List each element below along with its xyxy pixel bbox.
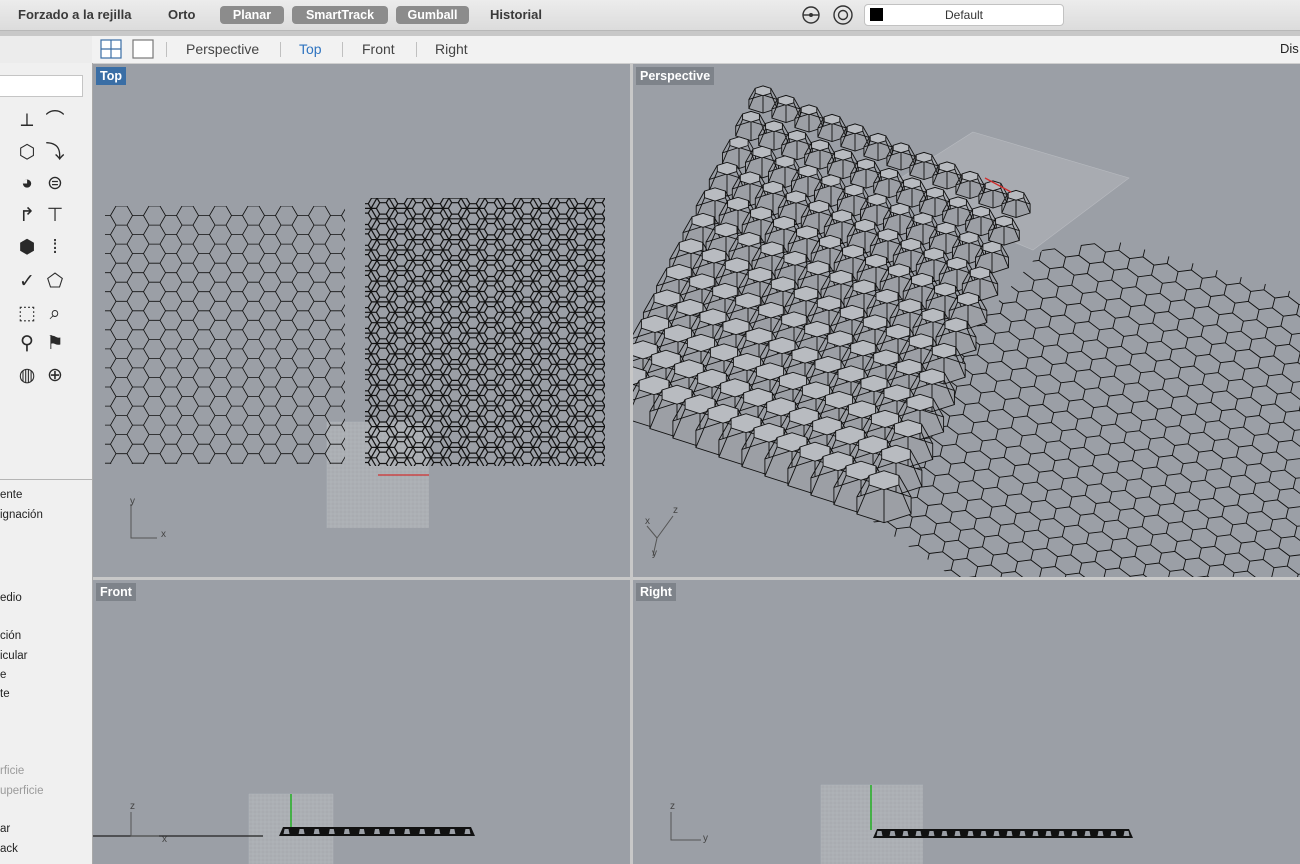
viewport-right[interactable]: z y Right xyxy=(633,580,1300,864)
viewport-label-perspective[interactable]: Perspective xyxy=(636,67,715,85)
toolbox-divider xyxy=(0,479,92,480)
trim-tool-icon[interactable]: ↱ xyxy=(14,203,40,229)
hex-pattern-flat xyxy=(105,206,345,464)
axis-label-z: z xyxy=(130,801,135,812)
check-tool-icon[interactable]: ✓ xyxy=(14,269,40,295)
axis-label-x: x xyxy=(161,529,166,540)
front-viewport-canvas xyxy=(93,793,475,864)
axis-gizmo xyxy=(670,812,701,841)
zoom-tool-icon[interactable]: ⌕ xyxy=(42,301,68,327)
tab-separator xyxy=(416,42,417,57)
viewport-front[interactable]: z x Front xyxy=(93,580,630,864)
light-tool-icon[interactable]: ⚲ xyxy=(14,331,40,357)
box-tool-icon[interactable]: ⬢ xyxy=(14,235,40,261)
axis-label-y: y xyxy=(652,548,657,559)
command-search-input[interactable] xyxy=(0,75,83,97)
command-item[interactable]: te xyxy=(0,688,10,700)
fillet-tool-icon[interactable]: ⤵ xyxy=(42,140,68,166)
hex-pattern-profile xyxy=(279,827,475,836)
command-item[interactable]: ack xyxy=(0,843,18,855)
command-item[interactable]: ción xyxy=(0,630,21,642)
axis-label-x: x xyxy=(645,516,650,527)
command-item[interactable]: uperficie xyxy=(0,785,43,797)
axis-label-z: z xyxy=(673,505,678,516)
toolbox-header xyxy=(0,36,92,63)
status-bar: Forzado a la rejilla Orto Planar SmartTr… xyxy=(0,0,1300,31)
planar-toggle[interactable]: Planar xyxy=(220,6,284,24)
layer-name: Default xyxy=(944,8,984,22)
sphere-tool-icon[interactable]: ◕ xyxy=(14,171,40,197)
command-item[interactable]: rficie xyxy=(0,765,24,777)
tab-perspective[interactable]: Perspective xyxy=(186,41,259,57)
array-tool-icon[interactable]: ⁞ xyxy=(42,235,68,261)
viewport-label-front[interactable]: Front xyxy=(96,583,136,601)
viewport-tab-bar: Perspective Top Front Right Dis xyxy=(92,36,1300,64)
display-mode-menu[interactable]: Dis xyxy=(1280,41,1299,56)
hex-pattern-extruded xyxy=(365,198,605,466)
tab-right[interactable]: Right xyxy=(435,41,468,57)
viewport-label-right[interactable]: Right xyxy=(636,583,676,601)
hex-pattern-profile xyxy=(873,829,1133,838)
perspective-viewport-canvas xyxy=(633,85,1300,577)
cylinder-tool-icon[interactable]: ⊜ xyxy=(42,171,68,197)
select-tool-icon[interactable]: ⬚ xyxy=(14,301,40,327)
mesh-tool-icon[interactable]: ⊕ xyxy=(42,363,68,389)
history-toggle[interactable]: Historial xyxy=(490,7,542,22)
extrude-tool-icon[interactable]: ⊤ xyxy=(42,203,68,229)
ortho-toggle[interactable]: Orto xyxy=(168,7,195,22)
viewport-perspective[interactable]: z x y Perspective xyxy=(633,64,1300,577)
top-viewport-canvas xyxy=(105,198,605,539)
single-viewport-layout-icon[interactable] xyxy=(132,39,154,59)
curve-tool-icon[interactable]: ⟂ xyxy=(14,108,40,134)
tab-front[interactable]: Front xyxy=(362,41,395,57)
grid-snap-toggle[interactable]: Forzado a la rejilla xyxy=(18,7,131,22)
globe-tool-icon[interactable]: ◍ xyxy=(14,363,40,389)
layer-selector[interactable]: Default xyxy=(864,4,1064,26)
tab-separator xyxy=(342,42,343,57)
axis-label-y: y xyxy=(703,833,708,844)
four-viewport-layout-icon[interactable] xyxy=(100,39,122,59)
command-item[interactable]: ar xyxy=(0,823,10,835)
tab-separator xyxy=(280,42,281,57)
command-item[interactable]: edio xyxy=(0,592,22,604)
smarttrack-toggle[interactable]: SmartTrack xyxy=(292,6,388,24)
viewport-top[interactable]: y x Top xyxy=(93,64,630,577)
viewport-label-top[interactable]: Top xyxy=(96,67,126,85)
command-item[interactable]: icular xyxy=(0,650,27,662)
right-viewport-canvas xyxy=(670,784,1133,864)
polygon-tool-icon[interactable]: ⬡ xyxy=(14,140,40,166)
gumball-toggle[interactable]: Gumball xyxy=(396,6,469,24)
render-tool-icon[interactable]: ⚑ xyxy=(42,331,68,357)
tab-top[interactable]: Top xyxy=(299,41,322,57)
axis-label-x: x xyxy=(162,834,167,845)
osnap-center-icon[interactable] xyxy=(832,5,854,25)
axis-label-z: z xyxy=(670,801,675,812)
axis-gizmo xyxy=(130,812,159,837)
axis-label-y: y xyxy=(130,496,135,507)
tab-separator xyxy=(166,42,167,57)
arc-tool-icon[interactable]: ⌒ xyxy=(42,108,68,134)
command-item[interactable]: e xyxy=(0,669,6,681)
solid-tool-icon[interactable]: ⬠ xyxy=(42,269,68,295)
command-item[interactable]: ignación xyxy=(0,509,43,521)
command-item[interactable]: ente xyxy=(0,489,22,501)
toolbox-panel: ⟂ ⌒ ⬡ ⤵ ◕ ⊜ ↱ ⊤ ⬢ ⁞ ✓ ⬠ ⬚ ⌕ ⚲ ⚑ ◍ ⊕ ente ignación edio ci… xyxy=(0,63,93,864)
axis-gizmo xyxy=(646,515,674,557)
osnap-point-icon[interactable] xyxy=(800,5,822,25)
axis-gizmo xyxy=(130,504,157,539)
